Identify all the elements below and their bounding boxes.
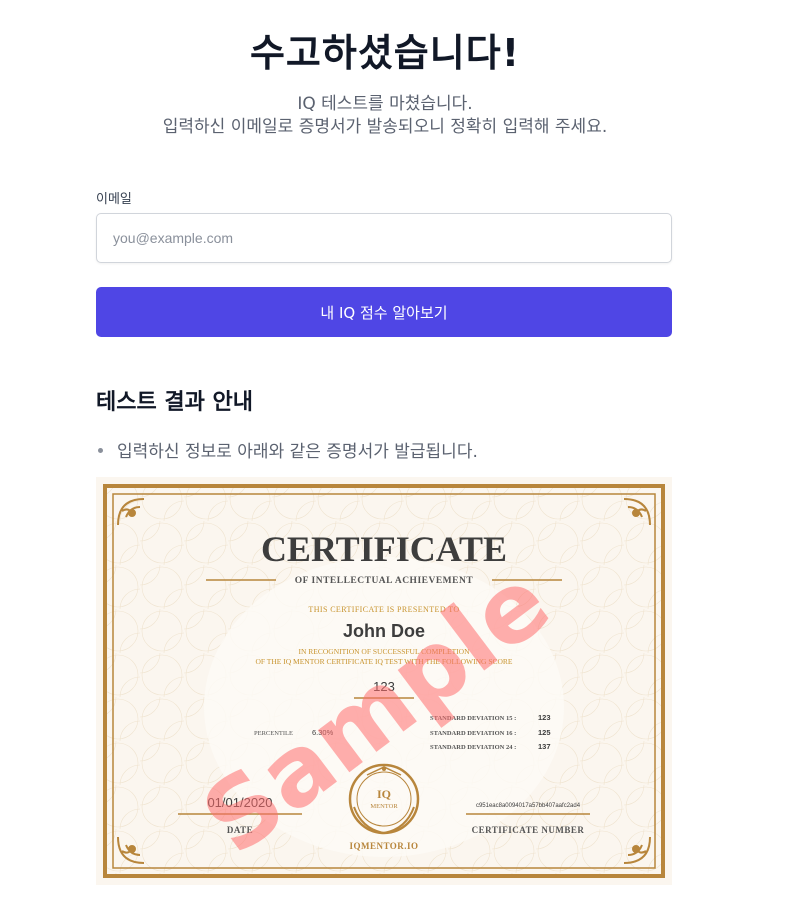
- seal-text-line-2: MENTOR: [370, 803, 398, 810]
- sd15-value: 123: [538, 713, 551, 722]
- subtitle-line-2: 입력하신 이메일로 증명서가 발송되오니 정확히 입력해 주세요.: [162, 117, 608, 137]
- list-item: 입력하신 정보로 아래와 같은 증명서가 발급됩니다.: [96, 437, 478, 462]
- certificate-graphic: CERTIFICATE OF INTELLECTUAL ACHIEVEMENT …: [96, 477, 672, 885]
- sd24-value: 137: [538, 742, 551, 751]
- results-info-heading: 테스트 결과 안내: [96, 390, 253, 415]
- sd16-value: 125: [538, 728, 551, 737]
- email-label: 이메일: [96, 192, 132, 207]
- sample-certificate: CERTIFICATE OF INTELLECTUAL ACHIEVEMENT …: [96, 477, 672, 885]
- page-subtitle: IQ 테스트를 마쳤습니다. 입력하신 이메일로 증명서가 발송되오니 정확히 …: [0, 93, 770, 139]
- sd16-label: STANDARD DEVIATION 16 :: [430, 730, 516, 737]
- certificate-number-value: c951eac8a0094017a57bb407aafc2ad4: [476, 803, 581, 809]
- results-info-list: 입력하신 정보로 아래와 같은 증명서가 발급됩니다.: [96, 437, 478, 462]
- list-item-text: 입력하신 정보로 아래와 같은 증명서가 발급됩니다.: [117, 442, 478, 462]
- certificate-number-label: CERTIFICATE NUMBER: [472, 825, 585, 835]
- seal-text-line-1: IQ: [377, 787, 391, 801]
- bullet-icon: [98, 448, 103, 453]
- certificate-title: CERTIFICATE: [261, 529, 507, 569]
- subtitle-line-1: IQ 테스트를 마쳤습니다.: [297, 94, 473, 114]
- certificate-subtitle: OF INTELLECTUAL ACHIEVEMENT: [295, 576, 474, 586]
- sd24-label: STANDARD DEVIATION 24 :: [430, 744, 516, 751]
- email-input[interactable]: [96, 213, 672, 263]
- submit-button[interactable]: 내 IQ 점수 알아보기: [96, 287, 672, 337]
- site-name: IQMENTOR.IO: [349, 841, 418, 851]
- page-title: 수고하셨습니다!: [249, 31, 521, 75]
